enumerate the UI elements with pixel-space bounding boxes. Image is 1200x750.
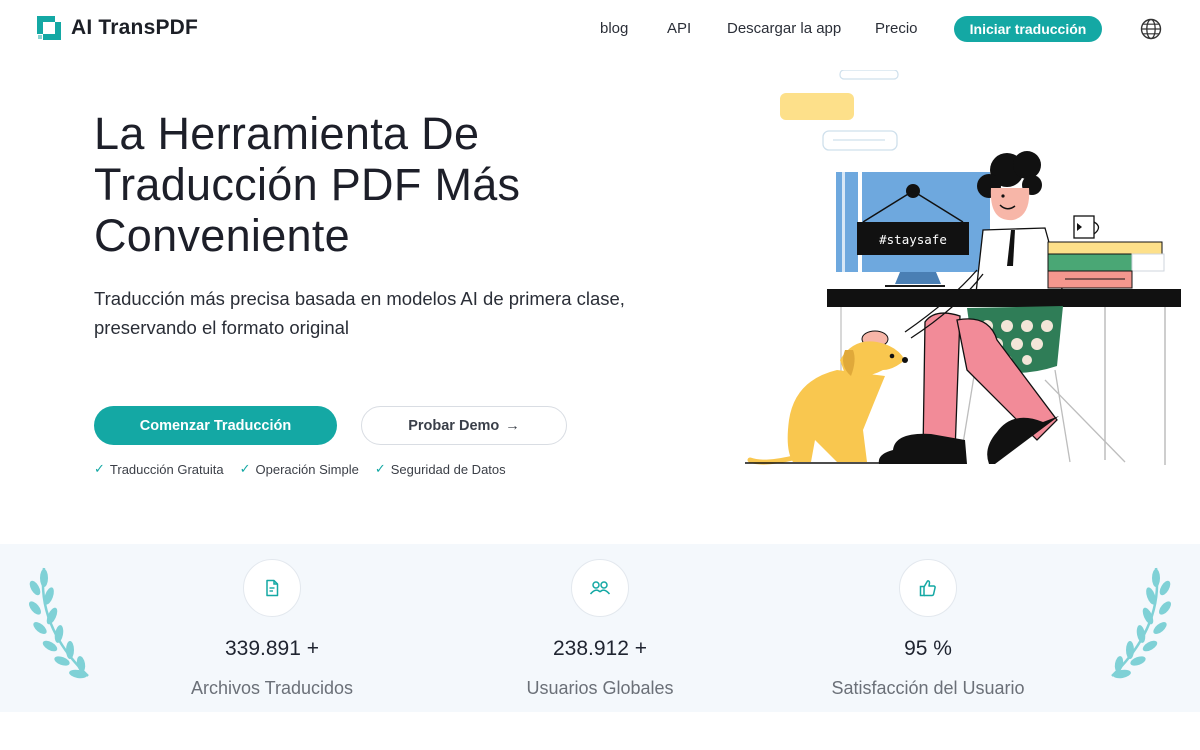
thumbs-up-icon bbox=[919, 580, 936, 597]
stat-label: Usuarios Globales bbox=[526, 678, 674, 698]
feature-item: ✓ Seguridad de Datos bbox=[375, 461, 506, 477]
stat-label: Satisfacción del Usuario bbox=[831, 678, 1025, 698]
document-icon bbox=[266, 579, 279, 597]
feature-item: ✓ Operación Simple bbox=[240, 461, 359, 477]
hero-illustration: #staysafe bbox=[745, 70, 1181, 465]
top-nav: blog API Descargar la app Precio Iniciar… bbox=[0, 0, 1200, 58]
feature-label: Traducción Gratuita bbox=[109, 461, 224, 477]
laurel-left-icon bbox=[29, 567, 89, 679]
stat-label: Archivos Traducidos bbox=[190, 678, 354, 698]
stat-icon-circle bbox=[899, 559, 957, 617]
stat-icon-circle bbox=[571, 559, 629, 617]
nav-link-pricing[interactable]: Precio bbox=[875, 20, 918, 37]
hero-subtitle-line: Traducción más precisa basada en modelos… bbox=[94, 288, 625, 309]
try-demo-label: Probar Demo bbox=[408, 417, 500, 434]
stat-value: 95 % bbox=[904, 637, 952, 660]
check-icon: ✓ bbox=[374, 461, 386, 476]
feature-item: ✓ Traducción Gratuita bbox=[94, 461, 224, 477]
stat-value: 238.912 + bbox=[552, 637, 647, 660]
check-icon: ✓ bbox=[94, 461, 105, 476]
feature-label: Operación Simple bbox=[255, 461, 359, 477]
feature-label: Seguridad de Datos bbox=[390, 461, 506, 477]
stat-icon-circle bbox=[243, 559, 301, 617]
hero-subtitle-line: preservando el formato original bbox=[94, 317, 350, 338]
stat-value: 339.891 + bbox=[224, 637, 319, 660]
header: AI TransPDF blog API Descargar la app Pr… bbox=[0, 0, 1200, 58]
stats-section: 339.891 + Archivos Traducidos 238.912 + … bbox=[0, 544, 1200, 712]
feature-list: ✓ Traducción Gratuita ✓ Operación Simple… bbox=[94, 461, 506, 477]
nav-link-blog[interactable]: blog bbox=[600, 20, 628, 37]
globe-icon[interactable] bbox=[1140, 18, 1162, 40]
hero-title-line: La Herramienta De bbox=[94, 108, 480, 159]
nav-link-download-app[interactable]: Descargar la app bbox=[727, 20, 841, 37]
staysafe-sign-text: #staysafe bbox=[879, 232, 947, 247]
nav-link-api[interactable]: API bbox=[667, 20, 691, 37]
hero-title: La Herramienta De Traducción PDF Más Con… bbox=[94, 108, 614, 261]
laurel-right-icon bbox=[1111, 567, 1171, 679]
start-translation-button[interactable]: Comenzar Traducción bbox=[94, 406, 337, 445]
hero-subtitle: Traducción más precisa basada en modelos… bbox=[94, 284, 694, 342]
try-demo-button[interactable]: Probar Demo → bbox=[361, 406, 567, 445]
hero-title-line: Traducción PDF Más bbox=[94, 159, 521, 210]
arrow-right-icon: → bbox=[505, 417, 520, 434]
start-translation-nav-button[interactable]: Iniciar traducción bbox=[954, 16, 1102, 42]
hero-title-line: Conveniente bbox=[94, 210, 350, 261]
users-icon bbox=[589, 581, 611, 595]
check-icon: ✓ bbox=[239, 461, 251, 476]
